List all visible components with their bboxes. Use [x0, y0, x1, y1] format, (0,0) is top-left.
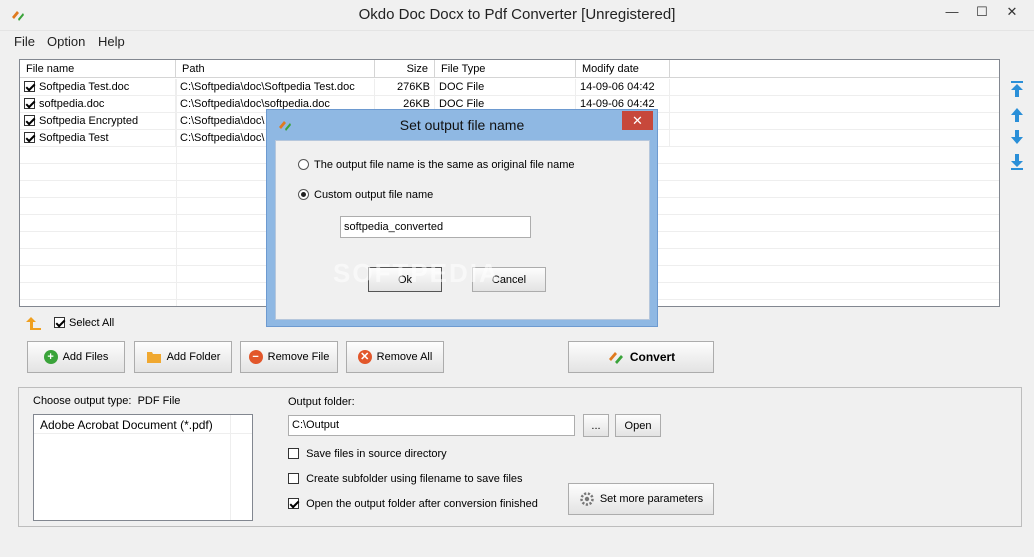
remove-file-button[interactable]: − Remove File: [240, 341, 338, 373]
move-to-bottom-icon[interactable]: [1009, 153, 1025, 171]
remove-all-label: Remove All: [376, 351, 433, 363]
create-subfolder-option[interactable]: Create subfolder using filename to save …: [288, 473, 523, 485]
save-in-source-checkbox[interactable]: [288, 448, 299, 459]
output-type-value: PDF File: [137, 395, 181, 407]
menu-help[interactable]: Help: [98, 34, 125, 49]
file-name-cell: Softpedia Test.doc: [39, 81, 130, 93]
set-more-parameters-label: Set more parameters: [599, 493, 704, 505]
add-folder-label: Add Folder: [166, 351, 221, 363]
column-header-path[interactable]: Path: [176, 60, 375, 78]
add-icon: +: [43, 350, 58, 364]
up-folder-icon[interactable]: [25, 315, 43, 331]
dialog-body: The output file name is the same as orig…: [275, 140, 650, 320]
same-name-radio[interactable]: [298, 159, 309, 170]
output-type-option[interactable]: Adobe Acrobat Document (*.pdf): [34, 415, 252, 434]
set-output-file-name-dialog: Set output file name ✕ The output file n…: [266, 109, 658, 327]
close-button[interactable]: ✕: [998, 2, 1026, 22]
dialog-title: Set output file name: [399, 117, 525, 133]
output-type-caption: Choose output type:: [33, 395, 132, 407]
set-more-parameters-button[interactable]: Set more parameters: [568, 483, 714, 515]
output-type-label: Choose output type: PDF File: [33, 395, 180, 407]
column-header-size[interactable]: Size: [375, 60, 435, 78]
open-output-folder-checkbox[interactable]: [288, 498, 299, 509]
dialog-close-button[interactable]: ✕: [622, 111, 653, 130]
row-checkbox[interactable]: [24, 81, 35, 92]
menu-file[interactable]: File: [14, 34, 35, 49]
remove-icon: −: [248, 350, 263, 364]
output-type-list[interactable]: Adobe Acrobat Document (*.pdf): [33, 414, 253, 521]
output-folder-label: Output folder:: [288, 396, 355, 408]
custom-name-radio[interactable]: [298, 189, 309, 200]
browse-button[interactable]: ...: [583, 414, 609, 437]
convert-icon: [608, 352, 623, 364]
open-output-folder-option[interactable]: Open the output folder after conversion …: [288, 498, 538, 510]
move-up-icon[interactable]: [1009, 106, 1025, 124]
file-name-cell: softpedia.doc: [39, 98, 105, 110]
column-header-file-name[interactable]: File name: [20, 60, 176, 78]
file-name-cell: Softpedia Test: [39, 132, 109, 144]
modify-date-cell: 14-09-06 04:42: [576, 79, 670, 96]
open-output-folder-label: Open the output folder after conversion …: [306, 498, 538, 510]
column-header-file-type[interactable]: File Type: [435, 60, 576, 78]
remove-file-label: Remove File: [267, 351, 330, 363]
convert-button[interactable]: Convert: [568, 341, 714, 373]
menu-bar: File Option Help: [0, 30, 1034, 52]
title-bar: Okdo Doc Docx to Pdf Converter [Unregist…: [0, 0, 1034, 30]
maximize-button[interactable]: ☐: [968, 2, 996, 22]
menu-option[interactable]: Option: [47, 34, 85, 49]
same-name-label: The output file name is the same as orig…: [314, 159, 575, 171]
row-checkbox[interactable]: [24, 98, 35, 109]
move-down-icon[interactable]: [1009, 128, 1025, 146]
add-folder-button[interactable]: Add Folder: [134, 341, 232, 373]
remove-all-icon: ✕: [357, 350, 372, 364]
custom-name-input[interactable]: softpedia_converted: [340, 216, 531, 238]
custom-name-label: Custom output file name: [314, 189, 434, 201]
save-in-source-option[interactable]: Save files in source directory: [288, 448, 447, 460]
path-cell: C:\Softpedia\doc\Softpedia Test.doc: [176, 79, 375, 96]
gear-icon: [580, 492, 594, 506]
save-in-source-label: Save files in source directory: [306, 448, 447, 460]
watermark-logo: SOFTPEDIA: [333, 258, 500, 288]
table-row[interactable]: Softpedia Test.doc C:\Softpedia\doc\Soft…: [20, 79, 999, 96]
file-type-cell: DOC File: [435, 79, 576, 96]
select-all-checkbox[interactable]: Select All: [54, 317, 114, 329]
remove-all-button[interactable]: ✕ Remove All: [346, 341, 444, 373]
row-checkbox[interactable]: [24, 132, 35, 143]
file-name-cell: Softpedia Encrypted: [39, 115, 139, 127]
dialog-title-bar: Set output file name ✕: [267, 110, 657, 139]
move-to-top-icon[interactable]: [1009, 80, 1025, 98]
open-folder-button[interactable]: Open: [615, 414, 661, 437]
select-all-box[interactable]: [54, 317, 65, 328]
row-checkbox[interactable]: [24, 115, 35, 126]
select-all-label: Select All: [69, 317, 115, 329]
window-title: Okdo Doc Docx to Pdf Converter [Unregist…: [358, 6, 676, 23]
minimize-button[interactable]: —: [938, 2, 966, 22]
create-subfolder-label: Create subfolder using filename to save …: [306, 473, 523, 485]
column-header-modify-date[interactable]: Modify date: [576, 60, 670, 78]
add-files-label: Add Files: [62, 351, 109, 363]
table-header: File name Path Size File Type Modify dat…: [20, 60, 999, 78]
size-cell: 276KB: [375, 79, 435, 96]
convert-label: Convert: [629, 350, 676, 364]
add-files-button[interactable]: + Add Files: [27, 341, 125, 373]
create-subfolder-checkbox[interactable]: [288, 473, 299, 484]
folder-icon: [146, 352, 161, 363]
output-folder-input[interactable]: C:\Output: [288, 415, 575, 436]
